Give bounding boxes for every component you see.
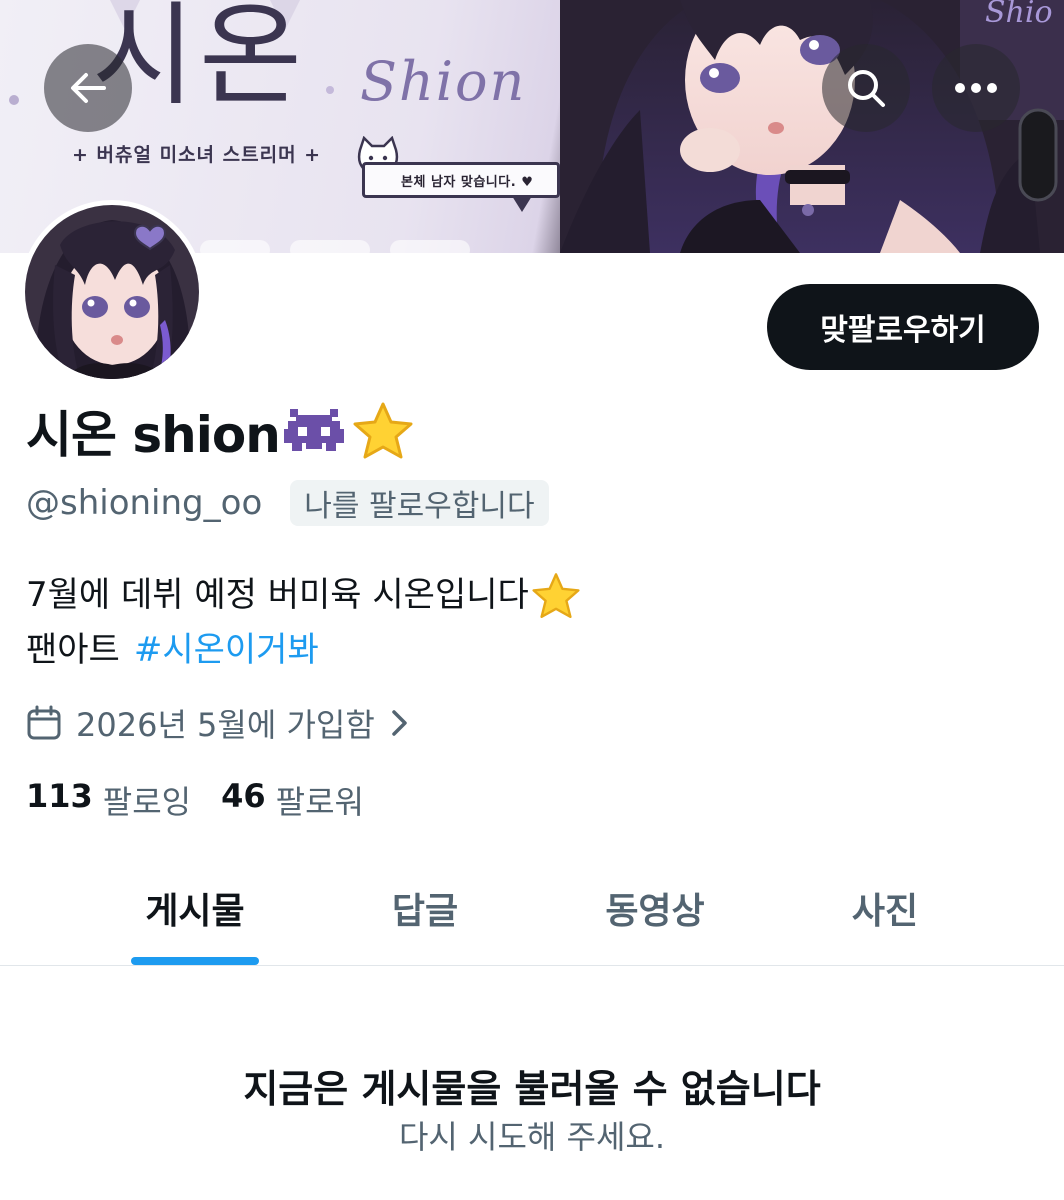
calendar-icon [27,705,61,740]
follow-back-button[interactable]: 맞팔로우하기 [767,284,1039,370]
follows-you-badge: 나를 팔로우합니다 [290,480,549,526]
profile-avatar[interactable] [20,200,204,384]
empty-state-title: 지금은 게시물을 불러올 수 없습니다 [243,1067,821,1111]
profile-tabs: 게시물 답글 동영상 사진 [0,850,1064,966]
tab-posts-label: 게시물 [145,890,245,932]
back-button[interactable] [44,44,132,132]
display-name: 시온 shion [26,406,281,464]
banner-speech-bubble: 본체 남자 맞습니다. ♥ [362,162,560,198]
more-horizontal-icon [955,83,997,93]
star-icon [532,572,580,618]
user-handle: @shioning_oo [26,483,263,523]
bio-line-2: 팬아트 [26,630,120,670]
banner-subtitle: + 버츄얼 미소녀 스트리머 + [72,144,322,166]
joined-date: 2026년 5월에 가입함 [76,706,375,744]
profile-bio: 7월에 데뷔 예정 버미육 시온입니다 팬아트 #시온이거봐 [26,568,581,678]
tab-replies[interactable]: 답글 [310,850,540,965]
tab-videos[interactable]: 동영상 [540,850,770,965]
follow-stats: 113 팔로잉 46 팔로워 [26,776,364,824]
tab-photos[interactable]: 사진 [770,850,1000,965]
speech-tail [512,196,532,212]
display-name-row: 시온 shion [26,396,414,466]
more-options-button[interactable] [932,44,1020,132]
tab-replies-label: 답글 [391,890,459,932]
empty-state-subtitle: 다시 시도해 주세요. [398,1118,666,1156]
tab-posts[interactable]: 게시물 [80,850,310,965]
bio-line-1: 7월에 데뷔 예정 버미육 시온입니다 [26,575,529,615]
tab-photos-label: 사진 [851,890,919,932]
search-button[interactable] [822,44,910,132]
active-tab-indicator [131,957,259,965]
followers-link[interactable]: 46 팔로워 [221,777,364,823]
avatar-illustration [25,205,199,379]
star-icon [353,402,413,459]
following-link[interactable]: 113 팔로잉 [26,777,191,823]
following-label: 팔로잉 [102,783,192,821]
svg-text:Shio: Shio [985,0,1053,30]
search-icon [848,70,885,107]
following-count: 113 [26,777,93,815]
followers-label: 팔로워 [275,783,364,821]
arrow-left-icon [71,73,106,103]
handle-row: @shioning_oo 나를 팔로우합니다 [26,478,549,528]
banner-script-name: Shion [360,50,527,113]
joined-date-row[interactable]: 2026년 5월에 가입함 [26,700,409,746]
alien-monster-icon [283,409,344,451]
tab-videos-label: 동영상 [605,890,705,932]
bio-hashtag-link[interactable]: #시온이거봐 [134,623,319,678]
followers-count: 46 [221,777,266,815]
chevron-right-icon [392,710,407,736]
